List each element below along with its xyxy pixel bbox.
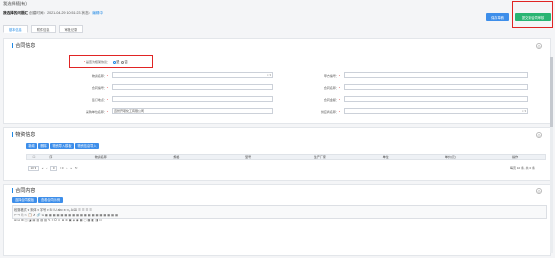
field-label-sign-place: 签订地点：* [91, 98, 108, 102]
tab-basic-info[interactable]: 基本信息 [3, 25, 28, 33]
contract-amount-input[interactable] [344, 96, 528, 102]
collapse-icon-material[interactable]: ⚙ [536, 132, 542, 138]
col-material-name: 物资名称 [94, 155, 107, 159]
col-actions: 操作 [512, 155, 519, 159]
collapse-icon[interactable]: ⚙ [536, 43, 542, 49]
contract-name-input[interactable] [344, 84, 528, 90]
field-label-buyer: 采购单位名称：* [85, 110, 108, 114]
rich-text-toolbar: 段落格式 ▾ 宋体 ▾ 字号 ▾ B I U abc x² x₂ A ⌧ ☰ ☰… [12, 205, 547, 222]
refresh-icon[interactable]: ↻ [75, 166, 78, 170]
status-label: 状态： [81, 11, 93, 15]
field-label-amount: 合同金额：* [323, 98, 340, 102]
tab-bar: 基本信息 附件信息 审批记录 [3, 25, 84, 33]
view-example-button[interactable]: 查看合同示例 [38, 197, 63, 203]
buyer-name-input[interactable]: 迈智开项化工有限公司 [112, 108, 273, 114]
contract-content-title: 合同内容 [12, 187, 35, 194]
supplier-name-select[interactable]: × ▾ [344, 108, 528, 114]
material-import-button[interactable]: 物资信息导入 [75, 143, 99, 149]
toolbar-row-insert[interactable]: ⊞ ⊟ ⊠ ◫ ◪ ▤ ▥ ▨ ▧ ✎ ⌗ Ω ☺ ⊕ ⊘ ▣ ◈ ◉ ▦ ▢ … [13, 218, 546, 223]
created-value: 2021-04-29 10:51:23 [47, 11, 81, 15]
scrollbar-thumb[interactable] [550, 57, 553, 127]
prev-page-icon[interactable]: ‹ [46, 166, 47, 170]
col-unit-price: 单价(元) [444, 155, 456, 159]
pager-summary: 每页 10 条, 共 0 条 [510, 166, 536, 170]
framework-yes-label: 是 [116, 60, 120, 64]
last-page-icon[interactable]: » [70, 166, 72, 170]
field-label-supplier: 供应商名称：* [320, 110, 340, 114]
total-pages: / 0 [60, 166, 64, 171]
contract-info-title: 合同信息 [12, 42, 35, 49]
col-unit: 单位 [382, 155, 389, 159]
framework-no-label: 否 [124, 60, 128, 64]
framework-radio-group: 是 否 [112, 59, 128, 64]
col-index: 序 [49, 155, 53, 159]
contract-no-input[interactable] [112, 84, 273, 90]
tab-approval-log[interactable]: 审批记录 [58, 25, 84, 33]
col-manufacturer: 生产厂家 [313, 155, 326, 159]
choose-template-button[interactable]: 选择合同模板 [12, 197, 37, 203]
created-label: 创建时间： [29, 11, 48, 15]
window-title: 我选择随(有) [3, 1, 27, 6]
material-template-button[interactable]: 物资导入模板 [50, 143, 74, 149]
field-label-party-a: 甲方编号：* [323, 74, 340, 78]
material-name-select[interactable]: × ▾ [112, 72, 273, 78]
add-material-button[interactable]: 新增 [26, 143, 37, 149]
record-subheader: 我选择的问题汇 创建时间：2021-04-29 10:51:23 状态：编辑中 [3, 11, 103, 16]
collapse-icon-content[interactable]: ⚙ [536, 188, 542, 194]
framework-label: * 是否为框架协议： [83, 59, 110, 64]
delete-material-button[interactable]: 删除 [38, 143, 49, 149]
field-label-contract-name: 合同名称：* [323, 86, 340, 90]
first-page-icon[interactable]: « [42, 166, 44, 170]
record-name: 我选择的问题汇 [3, 11, 29, 15]
status-badge: 编辑中 [92, 11, 104, 15]
page-size-select[interactable]: 10 ▾ [28, 166, 39, 171]
select-all-checkbox[interactable]: ☐ [27, 155, 41, 159]
material-pager: 10 ▾ « ‹ 0 / 0 › » ↻ [28, 166, 78, 171]
tab-attachments[interactable]: 附件信息 [30, 25, 56, 33]
field-label-contract-no: 合同编号：* [91, 86, 108, 90]
col-model: 型号 [245, 155, 252, 159]
page-number-input[interactable]: 0 [50, 166, 58, 171]
next-page-icon[interactable]: › [66, 166, 67, 170]
party-a-no-input[interactable] [344, 72, 528, 78]
material-info-title: 物资信息 [12, 131, 35, 138]
save-draft-button[interactable]: 保存草稿 [486, 13, 509, 21]
sign-place-input[interactable] [112, 96, 273, 102]
material-table-header: ☐ 序 物资名称 规格 型号 生产厂家 单位 单价(元) 操作 [26, 154, 546, 160]
col-spec: 规格 [173, 155, 180, 159]
field-label-material: 物资名称：* [91, 74, 108, 78]
highlight-submit-box [512, 1, 553, 28]
